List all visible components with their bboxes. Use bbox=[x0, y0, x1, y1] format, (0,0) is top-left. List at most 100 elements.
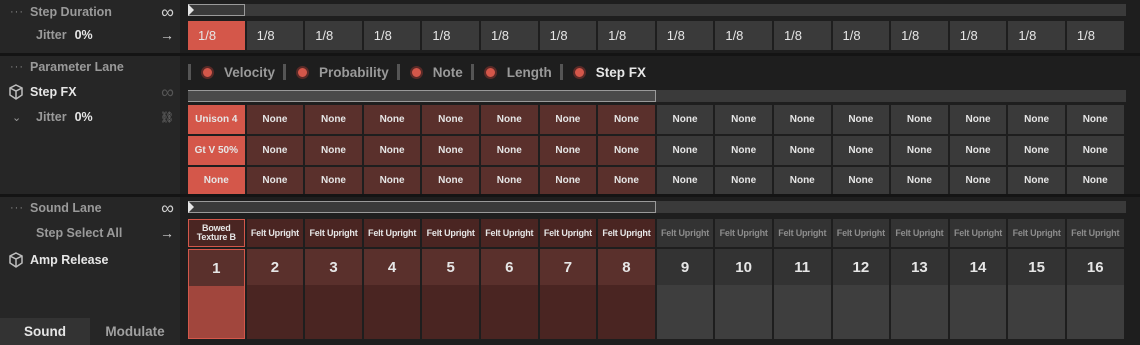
step-duration-cell[interactable]: 1/8 bbox=[305, 21, 362, 50]
step-pad[interactable]: 16 bbox=[1066, 249, 1124, 339]
arrow-right-icon[interactable]: → bbox=[160, 27, 174, 43]
sound-cell[interactable]: Felt Upright bbox=[598, 219, 655, 247]
step-fx-cell[interactable]: None bbox=[832, 167, 890, 194]
sound-cell[interactable]: Felt Upright bbox=[715, 219, 772, 247]
step-pad[interactable]: 9 bbox=[656, 249, 714, 339]
step-fx-cell[interactable]: None bbox=[188, 167, 245, 194]
timeline-range[interactable] bbox=[188, 4, 245, 16]
sound-cell[interactable]: Felt Upright bbox=[1066, 219, 1124, 247]
step-fx-cell[interactable]: None bbox=[1008, 136, 1065, 165]
step-value-bar[interactable] bbox=[1066, 285, 1124, 339]
step-duration-cell[interactable]: 1/8 bbox=[1008, 21, 1065, 50]
step-value-bar[interactable] bbox=[189, 286, 244, 338]
step-fx-cell[interactable]: None bbox=[539, 167, 597, 194]
step-fx-cell[interactable]: None bbox=[305, 136, 362, 165]
step-fx-cell[interactable]: None bbox=[246, 167, 304, 194]
step-fx-cell[interactable]: Gt V 50% bbox=[188, 136, 245, 165]
step-duration-cell[interactable]: 1/8 bbox=[188, 21, 245, 50]
step-duration-cell[interactable]: 1/8 bbox=[246, 21, 304, 50]
sound-cell[interactable]: Felt Upright bbox=[422, 219, 479, 247]
step-duration-cell[interactable]: 1/8 bbox=[656, 21, 714, 50]
step-fx-cell[interactable]: None bbox=[715, 136, 772, 165]
step-fx-cell[interactable]: None bbox=[422, 105, 479, 134]
step-pad[interactable]: 10 bbox=[715, 249, 772, 339]
step-pad[interactable]: 12 bbox=[832, 249, 890, 339]
step-fx-cell[interactable]: None bbox=[656, 136, 714, 165]
step-duration-cell[interactable]: 1/8 bbox=[832, 21, 890, 50]
link-icon[interactable]: ⛓ bbox=[160, 111, 174, 124]
sound-cell[interactable]: Felt Upright bbox=[480, 219, 538, 247]
legend-item-velocity[interactable]: Velocity bbox=[188, 64, 275, 80]
infinity-icon[interactable]: ∞ bbox=[161, 2, 174, 23]
step-fx-cell[interactable]: None bbox=[598, 167, 655, 194]
step-fx-title-row[interactable]: Step FX ∞ bbox=[0, 82, 180, 102]
step-fx-cell[interactable]: None bbox=[598, 105, 655, 134]
legend-item-probability[interactable]: Probability bbox=[283, 64, 389, 80]
step-pad[interactable]: 8 bbox=[598, 249, 655, 339]
step-pad[interactable]: 2 bbox=[246, 249, 304, 339]
step-duration-cell[interactable]: 1/8 bbox=[598, 21, 655, 50]
timeline-range[interactable] bbox=[188, 90, 656, 102]
legend-item-length[interactable]: Length bbox=[470, 64, 552, 80]
amp-release-row[interactable]: Amp Release bbox=[0, 250, 180, 270]
step-fx-cell[interactable]: None bbox=[773, 136, 831, 165]
step-fx-cell[interactable]: None bbox=[363, 105, 421, 134]
sound-cell[interactable]: Felt Upright bbox=[305, 219, 362, 247]
step-fx-cell[interactable]: None bbox=[1008, 167, 1065, 194]
sound-cell[interactable]: Felt Upright bbox=[1008, 219, 1065, 247]
step-fx-cell[interactable]: None bbox=[539, 136, 597, 165]
infinity-icon[interactable]: ∞ bbox=[161, 198, 174, 219]
step-pad[interactable]: 15 bbox=[1008, 249, 1065, 339]
step-fx-cell[interactable]: None bbox=[832, 105, 890, 134]
step-value-bar[interactable] bbox=[832, 285, 890, 339]
step-fx-cell[interactable]: None bbox=[891, 136, 948, 165]
step-pad[interactable]: 4 bbox=[363, 249, 421, 339]
sound-cell[interactable]: Bowed Texture B bbox=[188, 219, 245, 247]
step-fx-cell[interactable]: None bbox=[598, 136, 655, 165]
step-duration-cell[interactable]: 1/8 bbox=[539, 21, 597, 50]
step-pad[interactable]: 7 bbox=[539, 249, 597, 339]
step-fx-cell[interactable]: None bbox=[363, 167, 421, 194]
step-value-bar[interactable] bbox=[480, 285, 538, 339]
step-pad[interactable]: 5 bbox=[422, 249, 479, 339]
jitter-value[interactable]: 0% bbox=[75, 110, 93, 124]
step-select-label[interactable]: Step Select All bbox=[36, 226, 122, 240]
step-duration-cell[interactable]: 1/8 bbox=[715, 21, 772, 50]
step-fx-cell[interactable]: None bbox=[246, 136, 304, 165]
more-dots-icon[interactable]: ··· bbox=[0, 6, 30, 18]
step-fx-cell[interactable]: None bbox=[773, 167, 831, 194]
step-pad[interactable]: 3 bbox=[305, 249, 362, 339]
step-fx-cell[interactable]: None bbox=[480, 136, 538, 165]
step-pad[interactable]: 13 bbox=[891, 249, 948, 339]
tab-modulate[interactable]: Modulate bbox=[90, 318, 180, 345]
sound-cell[interactable]: Felt Upright bbox=[246, 219, 304, 247]
step-pad[interactable]: 11 bbox=[773, 249, 831, 339]
step-fx-cell[interactable]: None bbox=[1008, 105, 1065, 134]
step-pad[interactable]: 1 bbox=[188, 249, 245, 339]
legend-item-note[interactable]: Note bbox=[396, 64, 463, 80]
sound-lane-timeline[interactable] bbox=[188, 201, 1126, 213]
step-fx-cell[interactable]: None bbox=[1066, 136, 1124, 165]
step-fx-cell[interactable]: None bbox=[949, 167, 1007, 194]
step-duration-cell[interactable]: 1/8 bbox=[363, 21, 421, 50]
step-duration-cell[interactable]: 1/8 bbox=[480, 21, 538, 50]
step-fx-cell[interactable]: None bbox=[305, 105, 362, 134]
tab-sound[interactable]: Sound bbox=[0, 318, 90, 345]
step-fx-cell[interactable]: None bbox=[715, 167, 772, 194]
step-value-bar[interactable] bbox=[363, 285, 421, 339]
step-value-bar[interactable] bbox=[539, 285, 597, 339]
sound-cell[interactable]: Felt Upright bbox=[539, 219, 597, 247]
parameter-timeline[interactable] bbox=[188, 90, 1126, 102]
step-value-bar[interactable] bbox=[773, 285, 831, 339]
step-fx-cell[interactable]: None bbox=[422, 136, 479, 165]
step-fx-cell[interactable]: None bbox=[891, 167, 948, 194]
step-fx-cell[interactable]: None bbox=[539, 105, 597, 134]
step-fx-cell[interactable]: None bbox=[480, 105, 538, 134]
step-fx-cell[interactable]: None bbox=[773, 105, 831, 134]
step-value-bar[interactable] bbox=[422, 285, 479, 339]
step-value-bar[interactable] bbox=[715, 285, 772, 339]
step-fx-jitter[interactable]: ⌄ Jitter 0% ⛓ bbox=[0, 107, 180, 127]
timeline-range[interactable] bbox=[188, 201, 656, 213]
step-pad[interactable]: 14 bbox=[949, 249, 1007, 339]
step-fx-cell[interactable]: None bbox=[656, 167, 714, 194]
